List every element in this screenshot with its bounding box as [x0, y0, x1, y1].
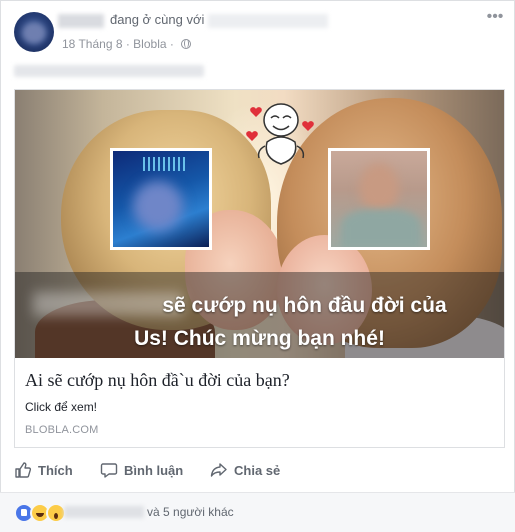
avatar[interactable]	[14, 12, 54, 52]
thumbs-up-icon	[14, 461, 32, 479]
preview-info[interactable]: Ai sẽ cướp nụ hôn đầ`u đời của bạn? Clic…	[15, 358, 504, 447]
feed-post: đang ở cùng với 18 Tháng 8 · Blobla · ••…	[0, 0, 515, 532]
wow-reaction-icon	[46, 503, 66, 523]
more-options-icon[interactable]: •••	[485, 9, 505, 26]
preview-domain: BLOBLA.COM	[25, 424, 99, 436]
share-arrow-icon	[210, 461, 228, 479]
like-button[interactable]: Thích	[14, 454, 73, 486]
author-name-blurred[interactable]	[58, 13, 104, 28]
post-header: đang ở cùng với	[58, 12, 329, 30]
comment-label: Bình luận	[124, 462, 184, 478]
dots	[143, 157, 188, 171]
comment-bubble-icon	[100, 461, 118, 479]
globe-icon[interactable]	[181, 39, 192, 49]
overlay-line-2: Us! Chúc mừng bạn nhé!	[134, 327, 385, 350]
post-app[interactable]: Blobla	[133, 37, 166, 51]
overlay-line-1: sẽ cướp nụ hôn đầu đời của	[162, 294, 447, 317]
avatar-blurred-face	[22, 22, 46, 44]
blob	[133, 181, 183, 231]
profile-frame-right	[328, 148, 430, 250]
preview-title[interactable]: Ai sẽ cướp nụ hôn đầ`u đời của bạn?	[25, 370, 290, 391]
share-label: Chia sẻ	[234, 462, 281, 478]
head	[359, 163, 399, 213]
reactor-names-blurred[interactable]	[64, 506, 144, 518]
preview-image: sẽ cướp nụ hôn đầu đời của Us! Chúc mừng…	[15, 90, 504, 358]
share-button[interactable]: Chia sẻ	[210, 454, 280, 486]
link-preview[interactable]: sẽ cướp nụ hôn đầu đời của Us! Chúc mừng…	[14, 89, 505, 448]
body	[341, 209, 421, 247]
reaction-summary[interactable]: và 5 người khác	[147, 505, 234, 519]
comment-button[interactable]: Bình luận	[100, 454, 183, 486]
meta-separator-2: ·	[166, 37, 178, 51]
post-caption-blurred	[14, 65, 204, 77]
with-text: đang ở cùng với	[110, 12, 205, 27]
profile-frame-left	[110, 148, 212, 250]
post-meta: 18 Tháng 8 · Blobla ·	[62, 37, 192, 51]
reactions-footer: và 5 người khác	[0, 492, 515, 532]
like-label: Thích	[38, 462, 73, 478]
preview-description: Click để xem!	[25, 400, 98, 414]
kiss-sticker-icon	[246, 103, 314, 165]
blurred-profile-photo-left	[113, 151, 209, 247]
action-bar: Thích Bình luận Chia sẻ	[0, 454, 515, 486]
post-date[interactable]: 18 Tháng 8	[62, 37, 123, 51]
reaction-icons[interactable]	[14, 503, 66, 523]
tagged-friend-blurred[interactable]	[208, 13, 329, 28]
meta-separator: ·	[122, 37, 134, 51]
blurred-profile-photo-right	[331, 151, 427, 247]
